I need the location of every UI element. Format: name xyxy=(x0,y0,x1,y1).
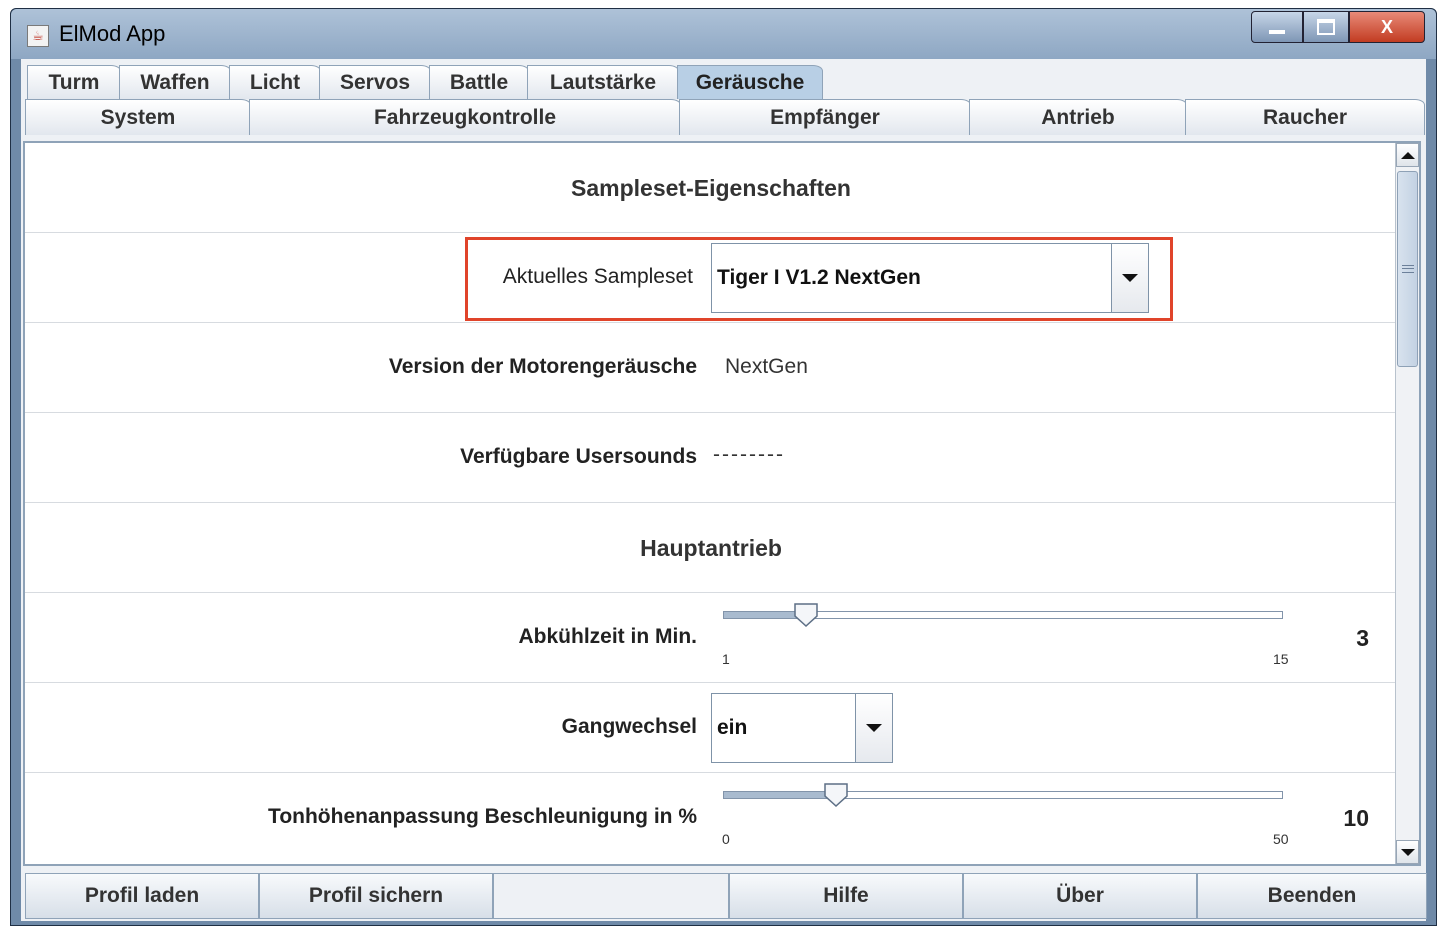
tab-waffen[interactable]: Waffen xyxy=(119,65,231,99)
close-button[interactable]: X xyxy=(1349,11,1425,43)
minimize-button[interactable] xyxy=(1251,11,1303,43)
usersounds-value: -------- xyxy=(713,443,785,466)
chevron-down-icon xyxy=(866,724,882,732)
cooldown-row: Abkühlzeit in Min. 1 15 3 xyxy=(25,593,1397,683)
current-sampleset-label: Aktuelles Sampleset xyxy=(502,265,693,288)
main-drive-title-row: Hauptantrieb xyxy=(25,503,1397,593)
grip-icon xyxy=(1401,265,1414,273)
section-title-hauptantrieb: Hauptantrieb xyxy=(640,535,782,561)
engine-version-value: NextGen xyxy=(725,355,808,378)
sampleset-title-row: Sampleset-Eigenschaften xyxy=(25,143,1397,233)
gear-change-row: Gangwechsel ein xyxy=(25,683,1397,773)
pitch-accel-slider[interactable] xyxy=(723,791,1283,799)
engine-version-row: Version der Motorengeräusche NextGen xyxy=(25,323,1397,413)
gear-change-dropdown-button[interactable] xyxy=(855,694,892,762)
gear-change-combobox[interactable]: ein xyxy=(711,693,893,763)
pitch-accel-min-tick: 0 xyxy=(722,831,730,847)
tab-servos[interactable]: Servos xyxy=(319,65,431,99)
tab-empfaenger[interactable]: Empfänger xyxy=(679,99,971,135)
tab-fahrzeugkontrolle[interactable]: Fahrzeugkontrolle xyxy=(249,99,681,135)
window-title: ElMod App xyxy=(59,21,166,46)
save-profile-button[interactable]: Profil sichern xyxy=(259,873,493,919)
usersounds-label: Verfügbare Usersounds xyxy=(460,445,697,468)
arrow-down-icon xyxy=(1400,848,1415,856)
tab-turm[interactable]: Turm xyxy=(27,65,121,99)
maximize-icon xyxy=(1317,19,1335,35)
section-title-sampleset: Sampleset-Eigenschaften xyxy=(571,175,851,201)
vertical-scrollbar[interactable] xyxy=(1395,143,1419,864)
sampleset-combobox[interactable]: Tiger I V1.2 NextGen xyxy=(711,243,1149,313)
close-icon: X xyxy=(1380,16,1393,37)
current-sampleset-row: Aktuelles Sampleset Tiger I V1.2 NextGen xyxy=(25,233,1397,323)
java-app-icon: ☕ xyxy=(27,25,49,47)
cooldown-value: 3 xyxy=(1356,625,1369,651)
arrow-up-icon xyxy=(1400,151,1415,159)
engine-version-label: Version der Motorengeräusche xyxy=(388,355,697,378)
tab-antrieb[interactable]: Antrieb xyxy=(969,99,1187,135)
tab-battle[interactable]: Battle xyxy=(429,65,529,99)
pitch-accel-label: Tonhöhenanpassung Beschleunigung in % xyxy=(268,805,697,828)
cooldown-slider-thumb[interactable] xyxy=(793,602,819,628)
chevron-down-icon xyxy=(1122,274,1138,282)
tab-licht[interactable]: Licht xyxy=(229,65,321,99)
cooldown-max-tick: 15 xyxy=(1273,651,1289,667)
gear-change-label: Gangwechsel xyxy=(561,715,697,738)
maximize-button[interactable] xyxy=(1303,11,1349,43)
usersounds-row: Verfügbare Usersounds -------- xyxy=(25,413,1397,503)
about-button[interactable]: Über xyxy=(963,873,1197,919)
pitch-accel-slider-fill xyxy=(724,792,836,798)
scroll-down-button[interactable] xyxy=(1396,840,1419,864)
pitch-accel-slider-thumb[interactable] xyxy=(823,782,849,808)
sampleset-dropdown-button[interactable] xyxy=(1111,244,1148,312)
tab-lautstaerke[interactable]: Lautstärke xyxy=(527,65,679,99)
exit-button[interactable]: Beenden xyxy=(1197,873,1427,919)
tab-system[interactable]: System xyxy=(25,99,251,135)
button-bar-spacer xyxy=(493,873,729,919)
cooldown-slider-fill xyxy=(724,612,804,618)
sound-settings-panel: Sampleset-Eigenschaften Aktuelles Sample… xyxy=(23,141,1421,866)
client-area: Turm Waffen Licht Servos Battle Lautstär… xyxy=(21,59,1427,921)
sampleset-combobox-value: Tiger I V1.2 NextGen xyxy=(717,266,921,289)
tab-geraeusche[interactable]: Geräusche xyxy=(677,65,823,99)
pitch-accel-max-tick: 50 xyxy=(1273,831,1289,847)
cooldown-min-tick: 1 xyxy=(722,651,730,667)
cooldown-label: Abkühlzeit in Min. xyxy=(518,625,698,648)
gear-change-combobox-value: ein xyxy=(717,716,748,739)
pitch-accel-value: 10 xyxy=(1343,805,1369,831)
scrollbar-thumb[interactable] xyxy=(1397,171,1418,367)
load-profile-button[interactable]: Profil laden xyxy=(25,873,259,919)
minimize-icon xyxy=(1269,30,1285,34)
tab-raucher[interactable]: Raucher xyxy=(1185,99,1425,135)
help-button[interactable]: Hilfe xyxy=(729,873,963,919)
app-window: ☕ ElMod App X Turm Waffen Licht Servos B… xyxy=(10,8,1437,926)
scroll-up-button[interactable] xyxy=(1396,143,1419,167)
pitch-accel-row: Tonhöhenanpassung Beschleunigung in % 0 … xyxy=(25,773,1397,864)
title-bar: ☕ ElMod App X xyxy=(11,9,1436,59)
